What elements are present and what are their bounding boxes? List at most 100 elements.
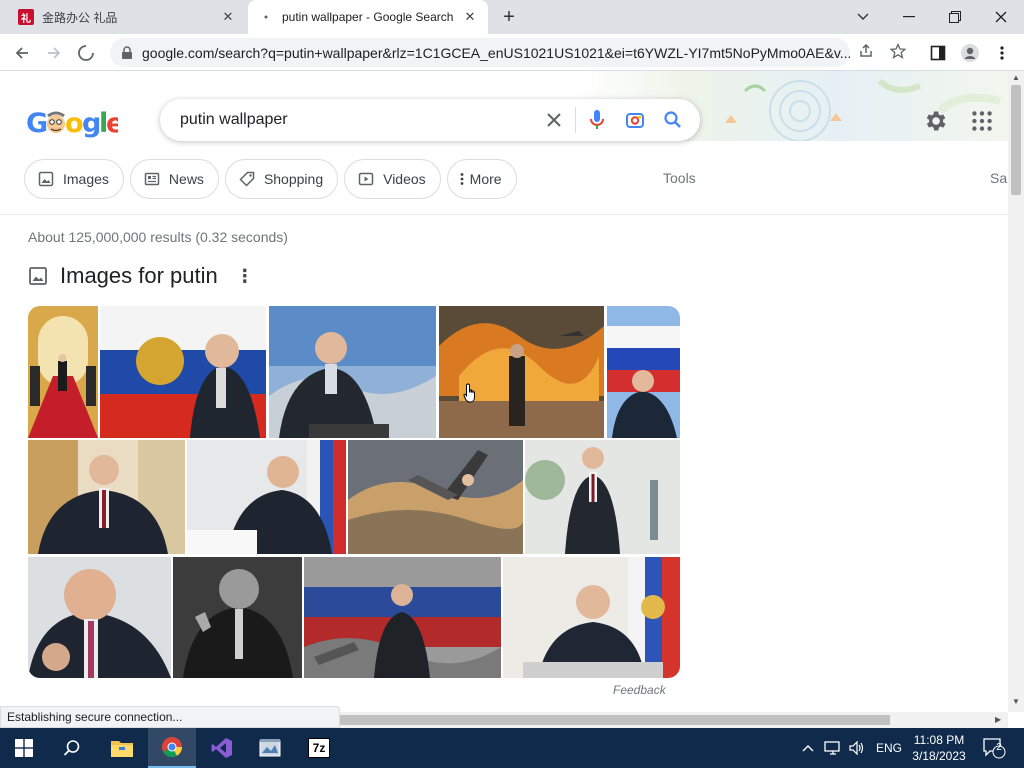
app-icon[interactable] [246, 728, 294, 768]
profile-avatar-icon[interactable] [957, 40, 983, 66]
play-icon [357, 170, 375, 188]
search-icon[interactable] [654, 101, 692, 139]
image-icon [37, 170, 55, 188]
show-hidden-icons-icon[interactable] [802, 728, 814, 768]
images-section-header: Images for putin ⋮ [28, 263, 254, 289]
image-result[interactable] [269, 306, 436, 438]
lens-camera-icon[interactable] [616, 101, 654, 139]
address-bar[interactable]: google.com/search?q=putin+wallpaper&rlz=… [110, 38, 850, 67]
search-input[interactable]: putin wallpaper [180, 111, 535, 129]
tools-button[interactable]: Tools [663, 170, 696, 186]
loading-icon [258, 9, 274, 25]
close-tab-icon[interactable]: ✕ [462, 9, 478, 25]
chip-videos[interactable]: Videos [344, 159, 441, 199]
jinlu-logo-icon: 礼 [18, 9, 34, 25]
header-divider [0, 214, 1008, 215]
clock-date: 3/18/2023 [912, 749, 966, 763]
input-language-indicator[interactable]: ENG [876, 728, 902, 768]
windows-start-icon[interactable] [0, 728, 48, 768]
image-result[interactable] [348, 440, 523, 554]
browser-toolbar: google.com/search?q=putin+wallpaper&rlz=… [0, 34, 1024, 71]
google-doodle-logo[interactable]: G o g l e [26, 105, 124, 139]
close-window-button[interactable] [978, 0, 1024, 34]
svg-text:g: g [82, 108, 100, 139]
svg-text:e: e [106, 108, 118, 139]
chip-images[interactable]: Images [24, 159, 124, 199]
section-menu-icon[interactable]: ⋮ [236, 266, 254, 287]
chrome-icon[interactable] [148, 728, 196, 768]
image-result[interactable] [173, 557, 302, 678]
bookmark-star-icon[interactable] [885, 38, 911, 64]
image-result[interactable] [28, 557, 171, 678]
back-button[interactable] [9, 40, 35, 66]
tab-jinlu[interactable]: 礼 金路办公 礼品 ✕ [8, 0, 246, 34]
volume-icon[interactable] [848, 728, 866, 768]
scroll-down-arrow-icon[interactable]: ▼ [1012, 697, 1020, 706]
images-heading[interactable]: Images for putin [60, 263, 218, 289]
image-result[interactable] [28, 306, 98, 438]
search-filter-chips: Images News Shopping Videos More [24, 159, 517, 199]
feedback-link[interactable]: Feedback [613, 683, 666, 697]
loading-spinner-icon [78, 45, 94, 61]
image-result[interactable] [28, 440, 185, 554]
clear-search-icon[interactable] [535, 101, 573, 139]
new-tab-button[interactable]: + [498, 6, 520, 28]
news-icon [143, 170, 161, 188]
image-icon [29, 267, 47, 285]
restore-button[interactable] [932, 0, 978, 34]
lock-icon[interactable] [120, 45, 134, 60]
tab-title: putin wallpaper - Google Search [282, 10, 454, 24]
vertical-scroll-thumb[interactable] [1011, 85, 1021, 195]
image-result[interactable] [187, 440, 346, 554]
search-box[interactable]: putin wallpaper [160, 99, 700, 141]
tab-google-search[interactable]: putin wallpaper - Google Search ✕ [248, 0, 488, 34]
action-center-icon[interactable]: 2 [982, 728, 1006, 768]
scroll-right-arrow-icon[interactable]: ▶ [995, 715, 1001, 724]
tag-icon [238, 170, 256, 188]
hand-cursor-icon [463, 383, 475, 403]
chip-more[interactable]: More [446, 159, 517, 199]
image-result[interactable] [607, 306, 680, 438]
clock-time: 11:08 PM [913, 733, 965, 747]
network-icon[interactable] [824, 728, 842, 768]
tab-title: 金路办公 礼品 [42, 10, 118, 25]
browser-menu-icon[interactable] [989, 40, 1015, 66]
scroll-up-arrow-icon[interactable]: ▲ [1012, 73, 1020, 82]
windows-taskbar: 7z ENG 11:08 PM 3/18/2023 2 [0, 728, 1024, 768]
image-result[interactable] [100, 306, 266, 438]
share-icon[interactable] [853, 38, 879, 64]
chip-label: Shopping [263, 171, 324, 187]
settings-gear-icon[interactable] [922, 108, 948, 134]
chip-label: Videos [383, 171, 426, 187]
image-result[interactable] [525, 440, 680, 554]
image-result[interactable] [503, 557, 680, 678]
forward-button[interactable] [41, 40, 67, 66]
taskbar-clock[interactable]: 11:08 PM 3/18/2023 [904, 732, 974, 764]
search-icon[interactable] [48, 728, 96, 768]
file-explorer-icon[interactable] [98, 728, 146, 768]
chip-label: News [168, 171, 204, 187]
image-result[interactable] [304, 557, 501, 678]
close-tab-icon[interactable]: ✕ [220, 9, 236, 25]
voice-search-icon[interactable] [578, 101, 616, 139]
safesearch-button[interactable]: Sa [990, 170, 1007, 186]
chip-shopping[interactable]: Shopping [224, 159, 339, 199]
image-result[interactable] [439, 306, 604, 438]
image-results-grid [28, 306, 680, 678]
visual-studio-icon[interactable] [198, 728, 246, 768]
url-text[interactable]: google.com/search?q=putin+wallpaper&rlz=… [142, 45, 850, 61]
chip-label: More [469, 171, 502, 187]
chip-news[interactable]: News [129, 159, 219, 199]
chevron-down-icon [857, 13, 869, 20]
side-panel-icon[interactable] [925, 40, 951, 66]
vertical-scrollbar[interactable]: ▲ ▼ [1008, 71, 1024, 712]
minimize-button[interactable] [886, 0, 932, 34]
tab-search-button[interactable] [840, 0, 886, 34]
tab-strip: 礼 金路办公 礼品 ✕ putin wallpaper - Google Sea… [0, 0, 1024, 34]
back-arrow-icon [15, 47, 28, 59]
result-stats: About 125,000,000 results (0.32 seconds) [28, 229, 288, 245]
7zip-icon[interactable]: 7z [295, 728, 343, 768]
google-apps-grid-icon[interactable] [969, 108, 995, 134]
stop-loading-button[interactable] [73, 40, 99, 66]
svg-text:G: G [26, 108, 47, 139]
